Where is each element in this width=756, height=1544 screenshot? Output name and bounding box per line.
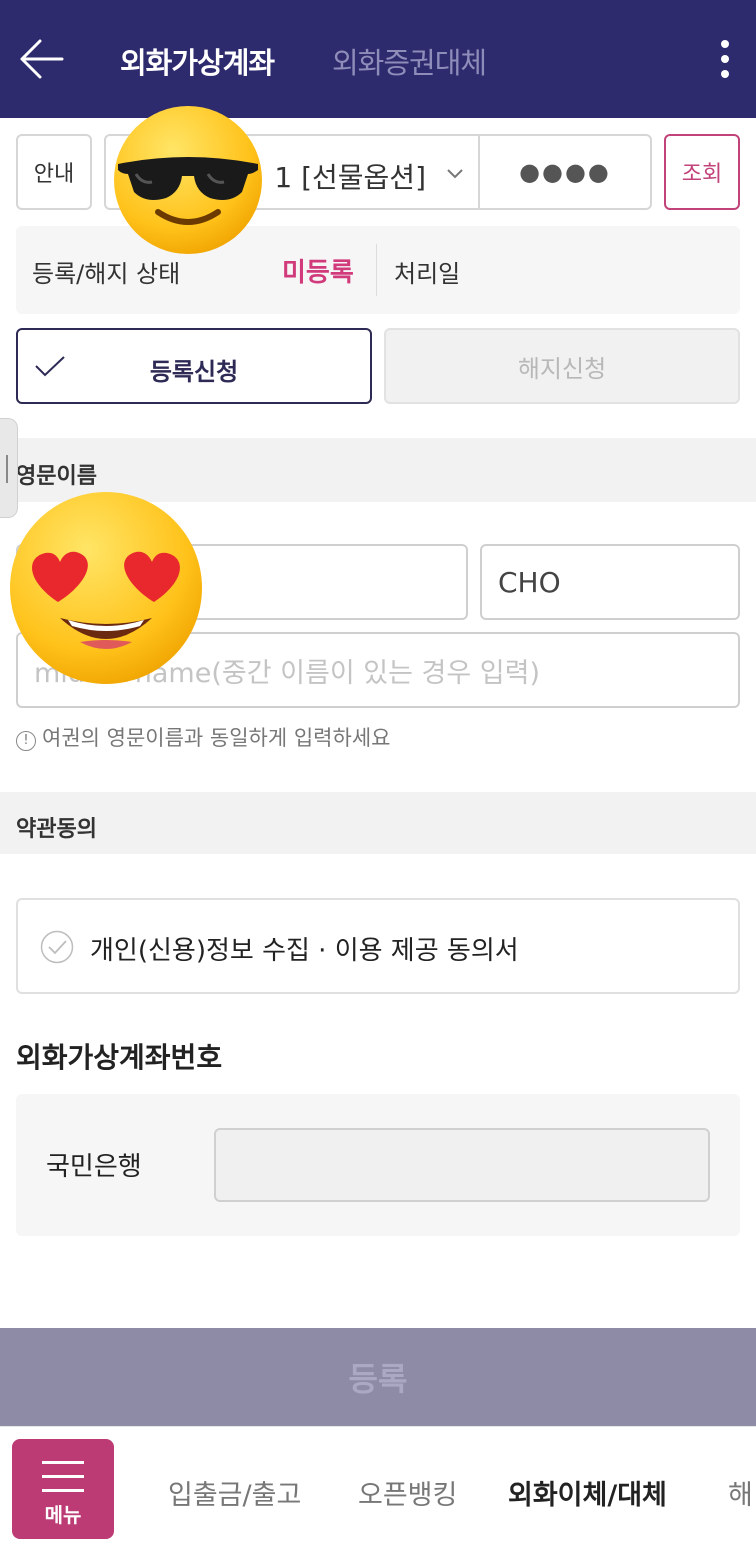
bank-name: 국민은행 (46, 1152, 142, 1182)
status-label: 등록/해지 상태 (32, 260, 181, 288)
more-options-icon[interactable] (710, 36, 740, 82)
virtual-account-panel: 국민은행 (16, 1094, 740, 1236)
virtual-account-number-field (214, 1128, 710, 1202)
info-icon: ! (16, 731, 36, 751)
menu-label: 메뉴 (44, 1503, 82, 1527)
tab-securities-transfer[interactable]: 외화증권대체 (332, 40, 487, 82)
cancel-request-button[interactable]: 해지신청 (384, 328, 740, 404)
register-request-label: 등록신청 (149, 358, 239, 386)
hamburger-icon (42, 1461, 84, 1492)
section-title: 약관동의 (16, 817, 97, 842)
info-button[interactable]: 안내 (16, 134, 92, 210)
tab-virtual-account[interactable]: 외화가상계좌 (120, 40, 275, 82)
agreement-label: 개인(신용)정보 수집 · 이용 제공 동의서 (90, 936, 519, 966)
terms-section-header: 약관동의 (0, 792, 756, 854)
sunglasses-emoji-icon (114, 106, 262, 254)
section-title: 영문이름 (16, 464, 97, 489)
register-request-button[interactable]: 등록신청 (16, 328, 372, 404)
heart-eyes-emoji-icon (10, 492, 202, 684)
divider (376, 244, 377, 296)
check-circle-icon[interactable] (40, 930, 74, 964)
menu-button[interactable]: 메뉴 (12, 1439, 114, 1539)
lookup-button[interactable]: 조회 (664, 134, 740, 210)
last-name-field[interactable]: CHO (480, 544, 740, 620)
bottom-navigation: 메뉴 입출금/출고 오픈뱅킹 외화이체/대체 해 (0, 1426, 756, 1544)
status-badge: 미등록 (282, 258, 354, 288)
back-arrow-icon[interactable] (18, 38, 64, 80)
register-submit-button[interactable]: 등록 (0, 1328, 756, 1426)
chevron-down-icon (447, 169, 463, 179)
name-hint: ! 여권의 영문이름과 동일하게 입력하세요 (16, 722, 390, 752)
agreement-item[interactable]: 개인(신용)정보 수집 · 이용 제공 동의서 (16, 898, 740, 994)
nav-next-item[interactable]: 해 (728, 1473, 753, 1512)
virtual-account-title: 외화가상계좌번호 (16, 1041, 223, 1074)
process-date-label: 처리일 (394, 260, 461, 288)
password-field[interactable]: ●●●● (478, 134, 652, 210)
account-select-value: 1 [선물옵션] (274, 161, 426, 194)
app-header: 외화가상계좌 외화증권대체 (0, 0, 756, 118)
nav-open-banking[interactable]: 오픈뱅킹 (358, 1473, 457, 1512)
name-hint-text: 여권의 영문이름과 동일하게 입력하세요 (42, 726, 391, 750)
nav-fx-transfer[interactable]: 외화이체/대체 (508, 1473, 667, 1512)
nav-deposit-withdraw[interactable]: 입출금/출고 (168, 1473, 301, 1512)
